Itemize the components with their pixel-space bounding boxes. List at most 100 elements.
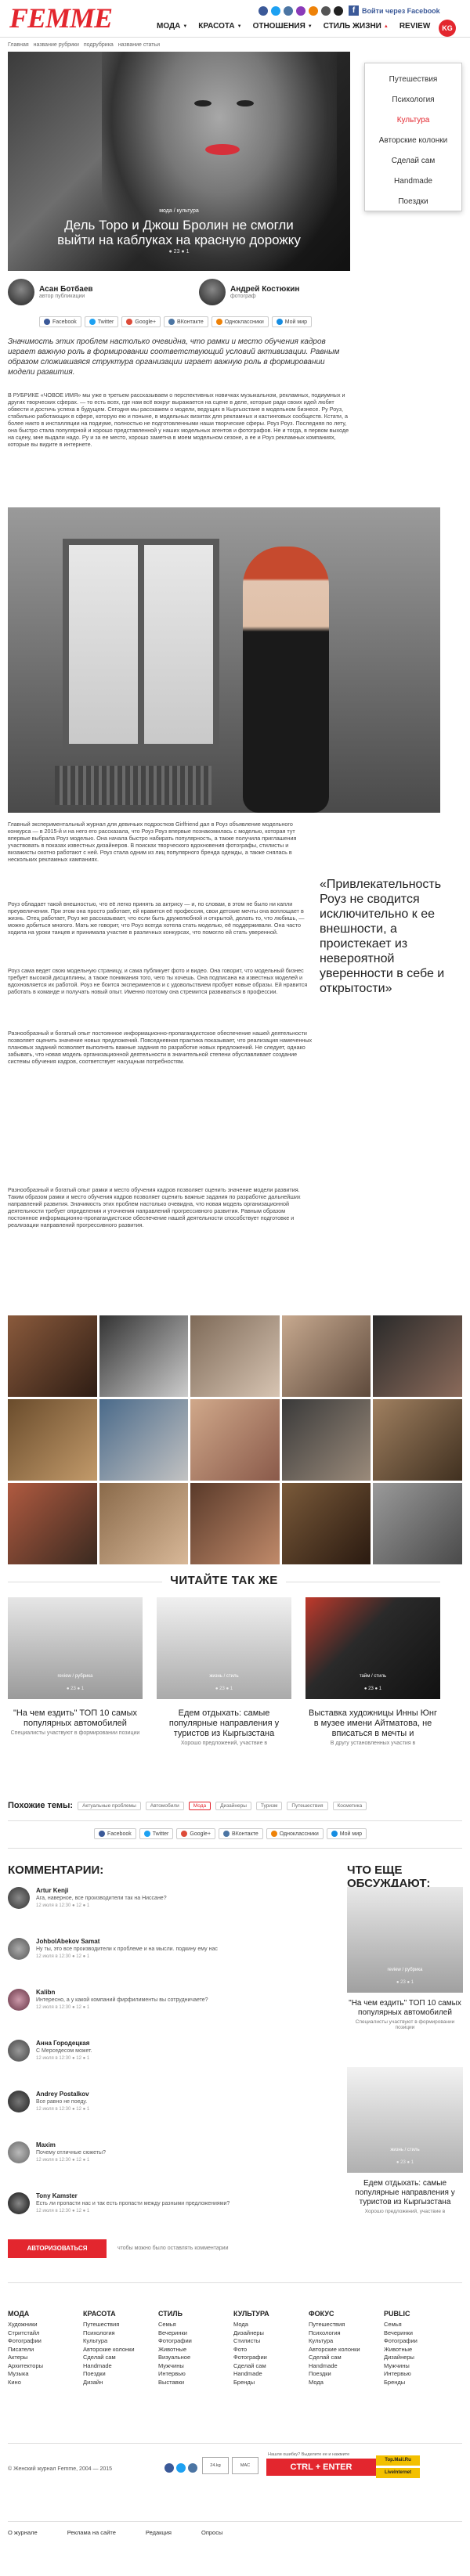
read-also-card[interactable]: review / рубрика ● 23 ● 1 "На чем ездить… [8,1597,143,1746]
partner-logo[interactable]: 24.kg [202,2457,229,2474]
nav-item-review[interactable]: REVIEW [400,22,430,31]
nav-item-krasota[interactable]: КРАСОТА ▼ [198,22,241,31]
link-editorial[interactable]: Редакция [146,2529,172,2536]
counter-badge[interactable]: Top.Mail.Ru [376,2455,420,2466]
footer-link[interactable]: Кино [8,2379,83,2387]
gallery-photo[interactable] [190,1315,280,1397]
footer-column-title[interactable]: КРАСОТА [83,2310,158,2318]
gallery-photo[interactable] [8,1315,97,1397]
footer-link[interactable]: Путешествия [309,2321,384,2329]
footer-link[interactable]: Архитекторы [8,2362,83,2371]
facebook-icon[interactable] [164,2463,174,2473]
link-about[interactable]: О журнале [8,2529,38,2536]
site-logo[interactable]: FEMME [9,4,113,32]
footer-link[interactable]: Авторские колонки [83,2346,158,2354]
card-category[interactable]: жизнь / стиль [157,1674,291,1679]
comment-author[interactable]: Kalibn [36,1989,208,1996]
gallery-photo[interactable] [8,1399,97,1481]
vk-icon[interactable] [188,2463,197,2473]
facebook-login-button[interactable]: f Войти через Facebook [349,5,440,16]
card-category[interactable]: review / рубрика [347,1968,463,1972]
footer-column-title[interactable]: PUBLIC [384,2310,459,2318]
footer-link[interactable]: Поездки [309,2370,384,2379]
menu-item-culture[interactable]: Культура [365,110,461,131]
footer-column-title[interactable]: КУЛЬТУРА [233,2310,309,2318]
footer-link[interactable]: Сделай сам [83,2354,158,2362]
footer-link[interactable]: Бренды [233,2379,309,2387]
card-category[interactable]: review / рубрика [8,1674,143,1679]
photographer-card[interactable]: Андрей Костюкин фотограф [199,279,299,305]
gallery-photo[interactable] [281,1399,371,1481]
footer-link[interactable]: Культура [83,2337,158,2346]
share-facebook-button[interactable]: Facebook [39,316,81,327]
footer-link[interactable]: Сделай сам [233,2362,309,2371]
footer-link[interactable]: Авторские колонки [309,2346,384,2354]
hero-category[interactable]: мода / культура [8,208,350,214]
gallery-photo[interactable] [281,1315,371,1397]
card-category[interactable]: тайм / стиль [306,1674,440,1679]
menu-item-diy[interactable]: Сделай сам [365,151,461,171]
footer-link[interactable]: Семья [158,2321,233,2329]
share-google-button[interactable]: Google+ [176,1828,216,1839]
footer-link[interactable]: Животные [158,2346,233,2354]
footer-link[interactable]: Мода [309,2379,384,2387]
avatar[interactable] [8,1989,30,2011]
footer-link[interactable]: Вечеринки [384,2329,459,2338]
footer-column-title[interactable]: МОДА [8,2310,83,2318]
comment-author[interactable]: Maxim [36,2141,106,2148]
link-polls[interactable]: Опросы [201,2529,222,2536]
footer-link[interactable]: Путешествия [83,2321,158,2329]
menu-item-handmade[interactable]: Handmade [365,171,461,192]
counter-badge[interactable]: LiveInternet [376,2468,420,2478]
footer-link[interactable]: Семья [384,2321,459,2329]
footer-link[interactable]: Мужчины [384,2362,459,2371]
footer-link[interactable]: Мужчины [158,2362,233,2371]
gallery-photo[interactable] [99,1315,189,1397]
topic-tag[interactable]: Косметика [332,1801,367,1810]
footer-link[interactable]: Сделай сам [309,2354,384,2362]
footer-link[interactable]: Интервью [158,2370,233,2379]
footer-column-title[interactable]: ФОКУС [309,2310,384,2318]
menu-item-trips[interactable]: Поездки [365,192,461,212]
discuss-card[interactable]: жизнь / стиль ● 23 ● 1 Едем отдыхать: са… [347,2067,463,2214]
topic-tag[interactable]: Туризм [255,1801,283,1810]
share-vk-button[interactable]: ВКонтакте [164,316,208,327]
footer-link[interactable]: Handmade [83,2362,158,2371]
comment-author[interactable]: Tony Kamster [36,2192,230,2199]
footer-link[interactable]: Handmade [233,2370,309,2379]
share-vk-button[interactable]: ВКонтакте [219,1828,263,1839]
search-icon[interactable] [334,6,343,16]
share-google-button[interactable]: Google+ [121,316,161,327]
breadcrumb-subrubric[interactable]: подрубрика [84,42,114,48]
topic-tag[interactable]: Актуальные проблемы [78,1801,141,1810]
footer-link[interactable]: Бренды [384,2379,459,2387]
discuss-card[interactable]: review / рубрика ● 23 ● 1 "На чем ездить… [347,1887,463,2030]
footer-link[interactable]: Психология [83,2329,158,2338]
topic-tag[interactable]: Дизайнеры [215,1801,251,1810]
partner-logo[interactable]: MAC [232,2457,258,2474]
breadcrumb-rubric[interactable]: название рубрики [34,42,79,48]
read-also-card[interactable]: тайм / стиль ● 23 ● 1 Выставка художницы… [306,1597,440,1746]
nav-item-moda[interactable]: МОДА ▼ [157,22,187,31]
nav-item-stil-zhizni[interactable]: СТИЛЬ ЖИЗНИ ▲ [324,22,389,31]
gallery-photo[interactable] [373,1399,462,1481]
share-ok-button[interactable]: Одноклассники [266,1828,324,1839]
comment-author[interactable]: Artur Kenji [36,1887,167,1894]
footer-link[interactable]: Писатели [8,2346,83,2354]
facebook-icon[interactable] [258,6,268,16]
share-mymir-button[interactable]: Мой мир [271,316,313,327]
footer-link[interactable]: Художники [8,2321,83,2329]
twitter-icon[interactable] [271,6,280,16]
breadcrumb-home[interactable]: Главная [8,42,29,48]
menu-item-travel[interactable]: Путешествия [365,70,461,90]
share-facebook-button[interactable]: Facebook [94,1828,136,1839]
footer-link[interactable]: Интервью [384,2370,459,2379]
gallery-photo[interactable] [373,1483,462,1564]
share-twitter-button[interactable]: Twitter [139,1828,174,1839]
share-mymir-button[interactable]: Мой мир [326,1828,367,1839]
card-category[interactable]: жизнь / стиль [347,2148,463,2152]
nav-item-otnosheniya[interactable]: ОТНОШЕНИЯ ▼ [253,22,313,31]
footer-link[interactable]: Поездки [83,2370,158,2379]
instagram-icon[interactable] [296,6,306,16]
footer-link[interactable]: Культура [309,2337,384,2346]
